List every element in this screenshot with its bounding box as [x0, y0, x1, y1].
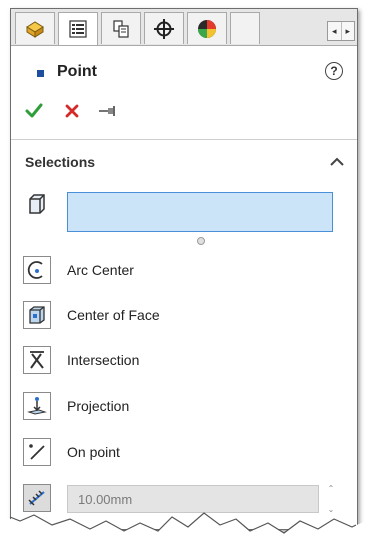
propertymanager-icon: [69, 20, 87, 38]
page-title: Point: [57, 63, 97, 80]
section-divider: [11, 139, 357, 140]
tab-featuremanager[interactable]: [15, 12, 55, 44]
option-label: Arc Center: [67, 262, 134, 278]
scroll-left-icon[interactable]: ◂: [328, 22, 341, 40]
crosshair-icon: [154, 18, 174, 39]
option-intersection[interactable]: Intersection: [23, 346, 343, 376]
chevron-up-icon[interactable]: [329, 156, 345, 168]
section-title-selections: Selections: [25, 154, 96, 170]
display-manager-icon: [198, 19, 216, 38]
on-point-button[interactable]: [23, 438, 51, 466]
spin-up-icon[interactable]: ⌃: [328, 484, 335, 493]
tab-dimxpertmanager[interactable]: [144, 12, 184, 44]
option-arc-center[interactable]: Arc Center: [23, 256, 343, 286]
intersection-button[interactable]: [23, 346, 51, 374]
option-on-point[interactable]: On point: [23, 438, 343, 468]
tab-overflow[interactable]: [230, 12, 260, 44]
manager-tabstrip: ◂ ▸: [11, 9, 357, 46]
tab-scroll-buttons: ◂ ▸: [327, 21, 355, 41]
option-label: Projection: [67, 398, 130, 414]
pin-button[interactable]: [97, 100, 119, 122]
check-icon: [25, 103, 43, 118]
option-label: Intersection: [67, 352, 140, 368]
action-buttons: [23, 100, 143, 124]
point-feature-icon: [37, 70, 44, 77]
pushpin-icon: [99, 106, 115, 116]
intersection-icon: [30, 351, 44, 369]
tab-configurationmanager[interactable]: [101, 12, 141, 44]
configurationmanager-icon: [113, 19, 129, 38]
resize-handle[interactable]: [197, 237, 205, 245]
option-label: Center of Face: [67, 307, 160, 323]
center-of-face-button[interactable]: [23, 301, 51, 329]
x-icon: [65, 104, 79, 118]
help-icon[interactable]: ?: [325, 62, 343, 80]
scroll-right-icon[interactable]: ▸: [340, 22, 355, 40]
projection-button[interactable]: [23, 392, 51, 420]
cancel-button[interactable]: [61, 100, 83, 122]
arc-center-button[interactable]: [23, 256, 51, 284]
arc-center-icon: [27, 261, 43, 279]
option-label: On point: [67, 444, 120, 460]
on-point-icon: [29, 444, 45, 460]
center-of-face-icon: [29, 306, 45, 324]
tab-display-manager[interactable]: [187, 12, 227, 44]
tab-propertymanager[interactable]: [58, 12, 98, 45]
title-row: Point ?: [11, 61, 357, 85]
option-projection[interactable]: Projection: [23, 392, 343, 422]
property-manager-panel: ◂ ▸ Point ? Selections Arc Center Center…: [10, 8, 358, 530]
featuremanager-icon: [26, 20, 44, 38]
option-center-of-face[interactable]: Center of Face: [23, 301, 343, 331]
torn-edge-decoration: [0, 512, 366, 550]
face-selection-icon: [29, 194, 45, 214]
projection-icon: [27, 397, 47, 415]
selection-input[interactable]: [67, 192, 333, 232]
ok-button[interactable]: [23, 100, 45, 122]
